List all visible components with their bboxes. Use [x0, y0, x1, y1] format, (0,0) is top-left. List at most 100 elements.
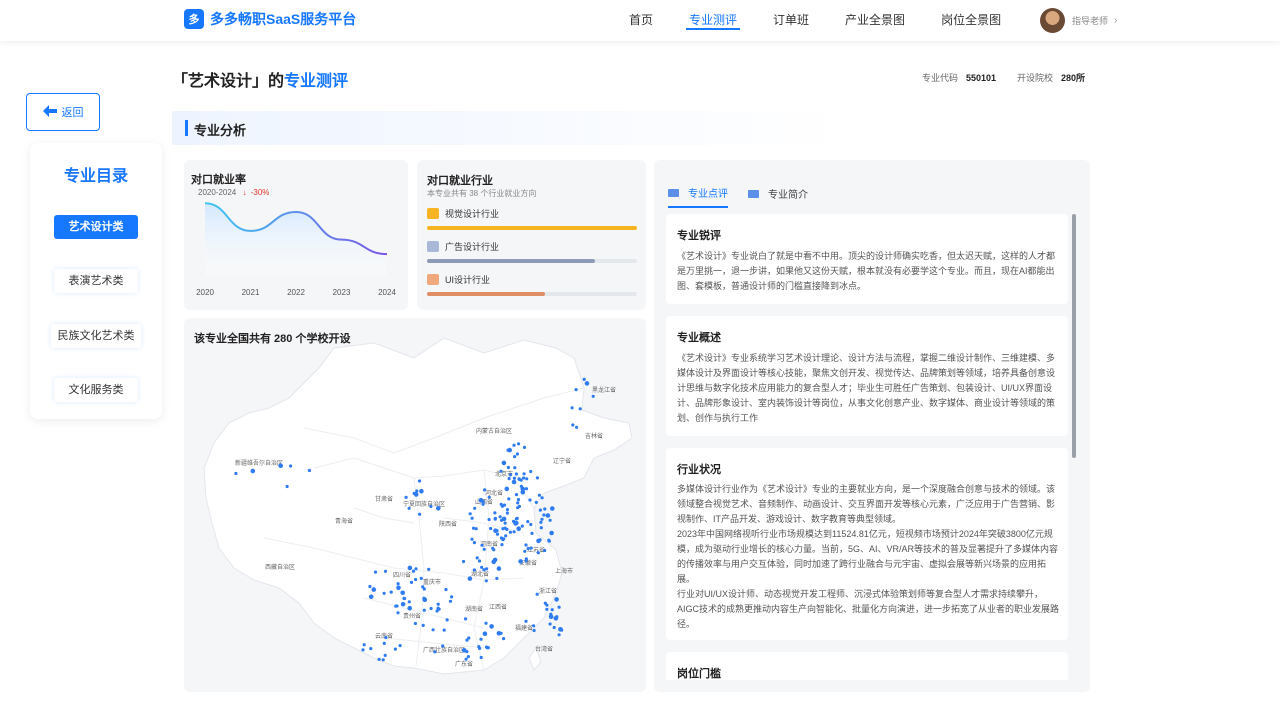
school-dot[interactable]: [431, 628, 435, 632]
school-dot[interactable]: [530, 531, 534, 535]
app-logo[interactable]: 多 多多畅职SaaS服务平台: [184, 9, 356, 29]
school-dot[interactable]: [543, 548, 547, 553]
school-dot[interactable]: [524, 487, 529, 491]
school-dot[interactable]: [571, 423, 575, 427]
school-dot[interactable]: [512, 443, 516, 447]
school-dot[interactable]: [404, 495, 408, 499]
school-dot[interactable]: [467, 576, 473, 581]
avatar[interactable]: [1040, 8, 1065, 33]
school-dot[interactable]: [584, 381, 590, 386]
school-dot[interactable]: [450, 595, 454, 599]
school-dot[interactable]: [502, 637, 506, 641]
school-dot[interactable]: [429, 504, 433, 508]
school-dot[interactable]: [524, 619, 528, 623]
school-dot[interactable]: [516, 501, 520, 505]
school-dot[interactable]: [409, 580, 414, 584]
school-dot[interactable]: [289, 464, 293, 468]
school-dot[interactable]: [575, 425, 579, 429]
catalog-item-performing-arts[interactable]: 表演艺术类: [54, 269, 138, 293]
school-dot[interactable]: [495, 576, 499, 580]
school-dot[interactable]: [514, 520, 519, 526]
school-dot[interactable]: [507, 497, 511, 501]
school-dot[interactable]: [517, 477, 521, 481]
school-dot[interactable]: [448, 599, 453, 603]
school-dot[interactable]: [394, 604, 398, 608]
school-dot[interactable]: [534, 500, 538, 504]
school-dot[interactable]: [362, 643, 366, 647]
china-map[interactable]: 黑龙江省吉林省辽宁省内蒙古自治区新疆维吾尔自治区北京市河北省山西省甘肃省宁夏回族…: [184, 318, 646, 692]
school-dot[interactable]: [539, 526, 543, 530]
school-dot[interactable]: [493, 511, 497, 515]
school-dot[interactable]: [419, 576, 423, 580]
school-dot[interactable]: [539, 520, 543, 524]
school-dot[interactable]: [482, 631, 488, 636]
school-dot[interactable]: [411, 569, 416, 573]
school-dot[interactable]: [419, 488, 424, 494]
school-dot[interactable]: [519, 484, 523, 488]
school-dot[interactable]: [548, 518, 552, 522]
school-dot[interactable]: [513, 455, 517, 459]
school-dot[interactable]: [514, 517, 518, 521]
school-dot[interactable]: [278, 463, 283, 468]
school-dot[interactable]: [512, 476, 516, 480]
school-dot[interactable]: [368, 584, 372, 589]
review-content[interactable]: 专业锐评 《艺术设计》专业说白了就是中看不中用。顶尖的设计师确实吃香，但太迟天赋…: [666, 214, 1078, 680]
school-dot[interactable]: [548, 622, 552, 626]
school-dot[interactable]: [543, 507, 547, 511]
nav-item-home[interactable]: 首页: [626, 0, 656, 41]
school-dot[interactable]: [504, 534, 508, 538]
user-menu[interactable]: 指导老师 ›: [1040, 8, 1117, 33]
school-dot[interactable]: [361, 648, 365, 652]
school-dot[interactable]: [516, 498, 521, 502]
school-dot[interactable]: [582, 377, 586, 381]
school-dot[interactable]: [393, 647, 397, 651]
school-dot[interactable]: [501, 516, 507, 522]
school-dot[interactable]: [436, 506, 441, 511]
school-dot[interactable]: [549, 530, 554, 536]
school-dot[interactable]: [495, 532, 500, 536]
school-dot[interactable]: [502, 537, 506, 541]
school-dot[interactable]: [468, 512, 472, 516]
school-dot[interactable]: [542, 513, 546, 517]
school-dot[interactable]: [550, 506, 555, 511]
school-dot[interactable]: [526, 547, 530, 551]
school-dot[interactable]: [511, 479, 517, 485]
school-dot[interactable]: [422, 596, 426, 600]
school-dot[interactable]: [536, 551, 540, 555]
school-dot[interactable]: [429, 606, 433, 611]
school-dot[interactable]: [464, 657, 468, 661]
school-dot[interactable]: [373, 570, 378, 574]
school-dot[interactable]: [433, 650, 437, 654]
school-dot[interactable]: [422, 587, 426, 591]
school-dot[interactable]: [532, 628, 536, 633]
school-dot[interactable]: [513, 466, 517, 470]
school-dot[interactable]: [381, 658, 385, 662]
school-dot[interactable]: [482, 547, 486, 551]
school-dot[interactable]: [442, 628, 446, 632]
school-dot[interactable]: [574, 388, 578, 392]
school-dot[interactable]: [523, 549, 527, 553]
school-dot[interactable]: [532, 624, 536, 628]
nav-item-industry-panorama[interactable]: 产业全景图: [842, 0, 908, 41]
school-dot[interactable]: [441, 644, 445, 648]
school-dot[interactable]: [547, 539, 551, 543]
school-dot[interactable]: [427, 567, 431, 571]
school-dot[interactable]: [491, 559, 497, 565]
nav-item-major-assessment[interactable]: 专业测评: [686, 0, 741, 41]
tab-major-review[interactable]: 专业点评: [668, 185, 728, 208]
school-dot[interactable]: [479, 655, 483, 660]
school-dot[interactable]: [557, 633, 561, 637]
school-dot[interactable]: [479, 637, 483, 641]
school-dot[interactable]: [383, 569, 388, 573]
school-dot[interactable]: [512, 530, 516, 534]
school-dot[interactable]: [471, 526, 476, 530]
school-dot[interactable]: [506, 465, 510, 470]
school-dot[interactable]: [525, 477, 529, 481]
school-dot[interactable]: [560, 628, 564, 632]
school-dot[interactable]: [402, 596, 406, 600]
school-dot[interactable]: [396, 585, 401, 591]
school-dot[interactable]: [554, 597, 559, 602]
school-dot[interactable]: [501, 460, 507, 466]
school-dot[interactable]: [466, 655, 470, 659]
school-dot[interactable]: [417, 479, 422, 483]
